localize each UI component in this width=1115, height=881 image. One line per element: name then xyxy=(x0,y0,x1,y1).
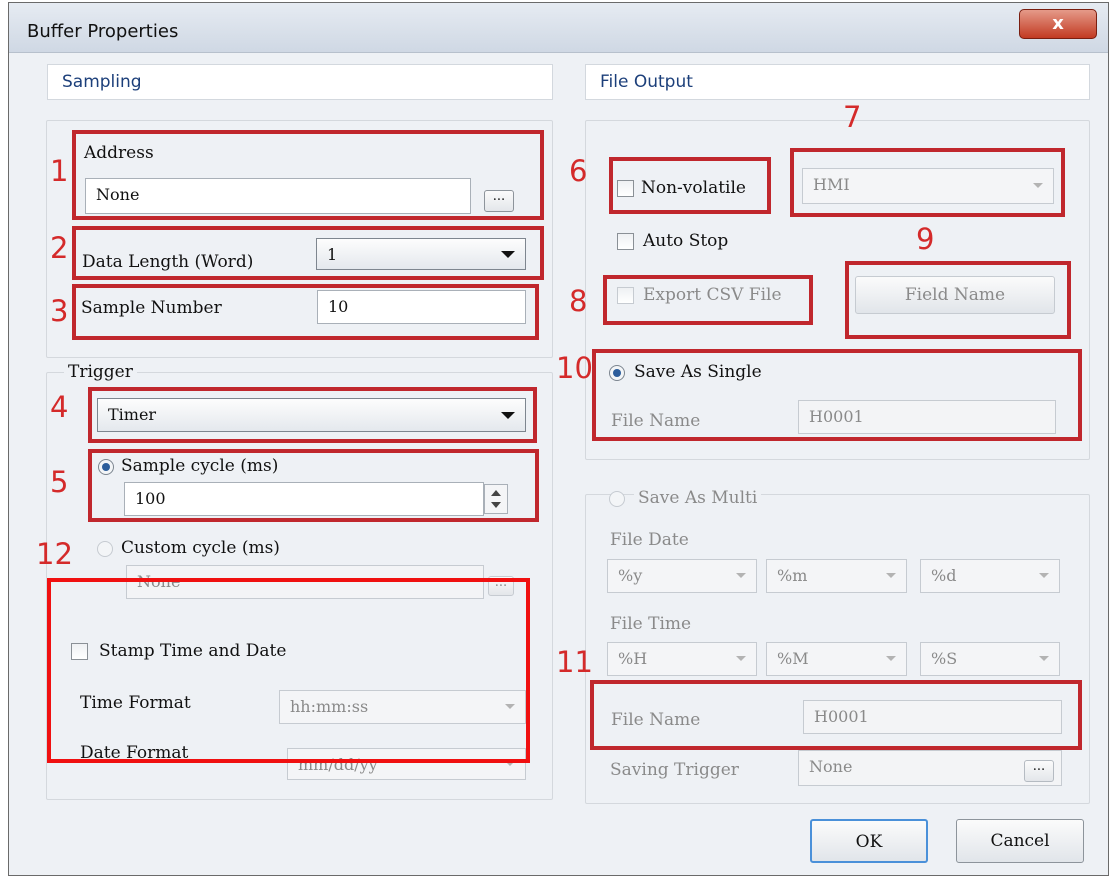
sampling-header: Sampling xyxy=(47,64,553,100)
annotation-box-8 xyxy=(603,275,813,325)
chevron-down-icon xyxy=(736,573,746,578)
auto-stop-checkbox[interactable] xyxy=(617,233,634,250)
chevron-down-icon xyxy=(1039,656,1049,661)
chevron-down-icon xyxy=(886,573,896,578)
annotation-box-7 xyxy=(790,148,1065,217)
close-button[interactable]: x xyxy=(1019,9,1097,39)
annotation-number-5: 5 xyxy=(50,465,69,499)
file-date-day-value: %d xyxy=(931,566,957,585)
annotation-box-4 xyxy=(88,387,537,443)
annotation-box-12 xyxy=(47,578,530,763)
ok-button[interactable]: OK xyxy=(810,819,928,863)
cancel-button[interactable]: Cancel xyxy=(956,819,1084,863)
annotation-box-11 xyxy=(590,680,1082,750)
annotation-number-4: 4 xyxy=(50,390,69,424)
file-date-day-dropdown: %d xyxy=(920,559,1060,593)
annotation-number-7: 7 xyxy=(843,100,862,134)
file-time-minute-value: %M xyxy=(777,649,809,668)
annotation-box-5 xyxy=(88,449,539,522)
trigger-label: Trigger xyxy=(64,362,137,382)
file-time-hour-dropdown: %H xyxy=(607,642,757,676)
file-date-year-dropdown: %y xyxy=(607,559,757,593)
chevron-down-icon xyxy=(1039,573,1049,578)
annotation-box-2 xyxy=(72,226,544,280)
auto-stop-label: Auto Stop xyxy=(643,231,729,251)
file-time-second-value: %S xyxy=(931,649,958,668)
dialog-title: Buffer Properties xyxy=(27,21,179,42)
save-multi-radio[interactable] xyxy=(609,491,625,507)
saving-trigger-field: None xyxy=(798,750,1062,786)
annotation-box-6 xyxy=(609,157,771,214)
file-date-year-value: %y xyxy=(618,566,643,585)
file-time-second-dropdown: %S xyxy=(920,642,1060,676)
annotation-box-3 xyxy=(72,284,539,340)
annotation-number-12: 12 xyxy=(36,537,73,571)
chevron-down-icon xyxy=(736,656,746,661)
file-date-month-dropdown: %m xyxy=(766,559,907,593)
save-multi-label: Save As Multi xyxy=(634,488,762,508)
annotation-number-10: 10 xyxy=(556,351,593,385)
annotation-box-1 xyxy=(72,130,544,220)
saving-trigger-label: Saving Trigger xyxy=(610,760,739,780)
saving-trigger-browse-button[interactable]: ... xyxy=(1024,760,1054,782)
chevron-down-icon xyxy=(886,656,896,661)
annotation-number-9: 9 xyxy=(916,222,935,256)
file-date-label: File Date xyxy=(610,530,689,550)
annotation-box-9 xyxy=(845,261,1071,339)
annotation-box-10 xyxy=(592,349,1082,441)
custom-cycle-label: Custom cycle (ms) xyxy=(121,538,280,558)
annotation-number-8: 8 xyxy=(569,284,588,318)
annotation-number-11: 11 xyxy=(556,645,593,679)
file-date-month-value: %m xyxy=(777,566,808,585)
annotation-number-6: 6 xyxy=(569,154,588,188)
file-output-header: File Output xyxy=(585,64,1090,100)
annotation-number-3: 3 xyxy=(50,294,69,328)
file-time-label: File Time xyxy=(610,614,692,634)
file-time-minute-dropdown: %M xyxy=(766,642,907,676)
custom-cycle-radio[interactable] xyxy=(97,541,113,557)
annotation-number-2: 2 xyxy=(50,231,69,265)
title-bar: Buffer Properties x xyxy=(9,3,1108,53)
file-time-hour-value: %H xyxy=(618,649,648,668)
annotation-number-1: 1 xyxy=(50,154,69,188)
